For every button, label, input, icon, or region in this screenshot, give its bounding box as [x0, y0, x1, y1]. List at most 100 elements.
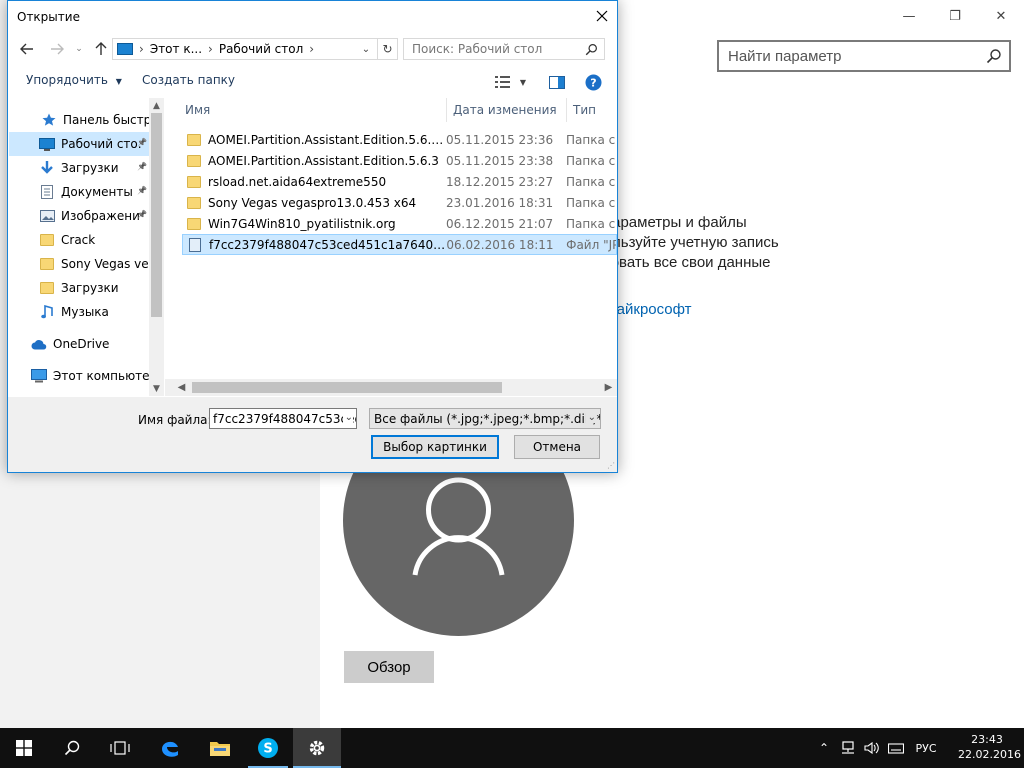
sidebar-item-label: Документы [61, 185, 133, 199]
download-icon [39, 161, 55, 175]
language-indicator[interactable]: РУС [912, 728, 940, 768]
settings-search-placeholder: Найти параметр [728, 47, 842, 65]
view-dropdown-button[interactable]: ▼ [514, 73, 532, 91]
taskbar-edge-button[interactable] [146, 728, 194, 768]
sidebar-item[interactable]: Документы 📌 [9, 180, 149, 204]
file-row[interactable]: Sony Vegas vegaspro13.0.453 x64 23.01.201… [182, 192, 617, 213]
show-hidden-icons-button[interactable]: ⌃ [814, 728, 834, 768]
description-line-1: параметры и файлы [604, 214, 747, 231]
column-header-date[interactable]: Дата изменения [447, 98, 567, 122]
file-type: Папка с ф [566, 216, 616, 231]
sidebar-item[interactable]: Crack [9, 228, 149, 252]
chevron-down-icon[interactable]: ⌄ [342, 412, 353, 423]
horizontal-scrollbar[interactable]: ◀ ▶ [165, 379, 617, 396]
sidebar-item[interactable]: Рабочий сто. 📌 [9, 132, 149, 156]
taskbar: S ⌃ РУС 23:43 22.02.2016 [0, 728, 1024, 768]
file-date: 06.02.2016 18:11 [446, 237, 554, 252]
filetype-select[interactable]: Все файлы (*.jpg;*.jpeg;*.bmp;*.dib;*.p … [369, 408, 601, 429]
dialog-close-button[interactable] [587, 1, 617, 31]
scroll-left-icon[interactable]: ◀ [173, 379, 190, 396]
file-date: 05.11.2015 23:36 [446, 132, 554, 147]
sidebar-item[interactable]: Музыка [9, 300, 149, 324]
taskbar-skype-button[interactable]: S [244, 728, 292, 768]
file-type: Папка с ф [566, 132, 616, 147]
new-folder-button[interactable]: Создать папку [142, 73, 235, 87]
sidebar-item[interactable]: OneDrive [9, 332, 149, 356]
sidebar-item-label: Этот компьютер [53, 369, 158, 383]
scroll-down-icon[interactable]: ▼ [149, 381, 164, 396]
file-row[interactable]: AOMEI.Partition.Assistant.Edition.5.6.3 0… [182, 150, 617, 171]
refresh-button[interactable]: ↻ [378, 38, 398, 60]
file-name: Win7G4Win810_pyatilistnik.org [208, 216, 396, 231]
filename-input[interactable]: f7cc2379f488047c53ced451c1a7640a.jpg ⌄ [209, 408, 357, 429]
dialog-search-input[interactable]: Поиск: Рабочий стол [403, 38, 605, 60]
maximize-button[interactable]: ❐ [932, 0, 978, 32]
scroll-up-icon[interactable]: ▲ [149, 98, 164, 113]
list-view-icon [495, 76, 510, 88]
file-row[interactable]: AOMEI.Partition.Assistant.Edition.5.6.2.… [182, 129, 617, 150]
address-dropdown-button[interactable]: ⌄ [356, 38, 376, 60]
sidebar-item[interactable]: Этот компьютер [9, 364, 157, 388]
sort-up-icon: ^ [305, 98, 313, 105]
nav-scrollbar[interactable]: ▲ ▼ [149, 98, 164, 396]
network-button[interactable] [838, 728, 858, 768]
taskbar-explorer-button[interactable] [196, 728, 244, 768]
address-bar[interactable]: › Этот к... › Рабочий стол › [112, 38, 378, 60]
settings-search-input[interactable]: Найти параметр [717, 40, 1011, 72]
cancel-button[interactable]: Отмена [514, 435, 600, 459]
scroll-right-icon[interactable]: ▶ [600, 379, 617, 396]
column-header-type[interactable]: Тип [567, 98, 617, 122]
back-button[interactable] [16, 38, 38, 60]
volume-button[interactable] [862, 728, 882, 768]
filename-value: f7cc2379f488047c53ced451c1a7640a.jpg [213, 411, 356, 426]
settings-description: параметры и файлы ользуйте учетную запис… [604, 213, 779, 273]
recent-locations-button[interactable]: ⌄ [68, 38, 90, 60]
up-button[interactable] [90, 38, 112, 60]
preview-pane-button[interactable] [548, 73, 566, 91]
settings-window-controls: — ❐ ✕ [886, 0, 1024, 32]
clock[interactable]: 23:43 22.02.2016 [958, 732, 1021, 762]
desktop-icon [117, 43, 133, 55]
chevron-right-icon: › [309, 42, 315, 56]
sidebar-item[interactable]: Панель быстрого [9, 108, 164, 132]
close-button[interactable]: ✕ [978, 0, 1024, 32]
address-segment-this-pc[interactable]: Этот к... [150, 42, 202, 56]
search-icon [986, 49, 1001, 64]
browse-button[interactable]: Обзор [344, 651, 434, 683]
nav-scrollbar-thumb[interactable] [151, 113, 162, 317]
view-options-button[interactable] [494, 73, 512, 91]
sidebar-item[interactable]: Загрузки 📌 [9, 156, 149, 180]
organize-label: Упорядочить [26, 73, 108, 87]
file-name: AOMEI.Partition.Assistant.Edition.5.6.3 [208, 153, 439, 168]
sidebar-item-label: Загрузки [61, 161, 119, 175]
file-row[interactable]: f7cc2379f488047c53ced451c1a7640a.jpg 06.0… [182, 234, 617, 255]
address-segment-desktop[interactable]: Рабочий стол [219, 42, 303, 56]
file-row[interactable]: rsload.net.aida64extreme550 18.12.2015 23… [182, 171, 617, 192]
resize-grip-icon[interactable]: ⋰ [607, 461, 615, 470]
open-button[interactable]: Выбор картинки [371, 435, 499, 459]
keyboard-button[interactable] [886, 728, 906, 768]
organize-button[interactable]: Упорядочить ▼ [26, 73, 122, 87]
sidebar-item[interactable]: Изображени 📌 [9, 204, 149, 228]
svg-text:?: ? [590, 76, 596, 89]
minimize-button[interactable]: — [886, 0, 932, 32]
forward-button[interactable] [46, 38, 68, 60]
file-date: 05.11.2015 23:38 [446, 153, 554, 168]
sidebar-item-label: Crack [61, 233, 96, 247]
sidebar-item[interactable]: Sony Vegas vega [9, 252, 164, 276]
sidebar-item[interactable]: Загрузки [9, 276, 149, 300]
taskbar-settings-button[interactable] [293, 728, 341, 768]
column-header-name[interactable]: Имя ^ [165, 98, 447, 122]
file-type: Папка с ф [566, 195, 616, 210]
description-line-2: ользуйте учетную запись [604, 234, 779, 251]
desktop-icon [39, 137, 55, 151]
folder-icon [39, 257, 55, 271]
file-row[interactable]: Win7G4Win810_pyatilistnik.org 06.12.2015 … [182, 213, 617, 234]
horizontal-scrollbar-thumb[interactable] [192, 382, 502, 393]
taskbar-search-button[interactable] [48, 728, 96, 768]
help-button[interactable]: ? [584, 73, 602, 91]
caret-down-icon: ▼ [519, 77, 527, 87]
start-button[interactable] [0, 728, 48, 768]
task-view-button[interactable] [96, 728, 144, 768]
cloud-icon [31, 337, 47, 351]
